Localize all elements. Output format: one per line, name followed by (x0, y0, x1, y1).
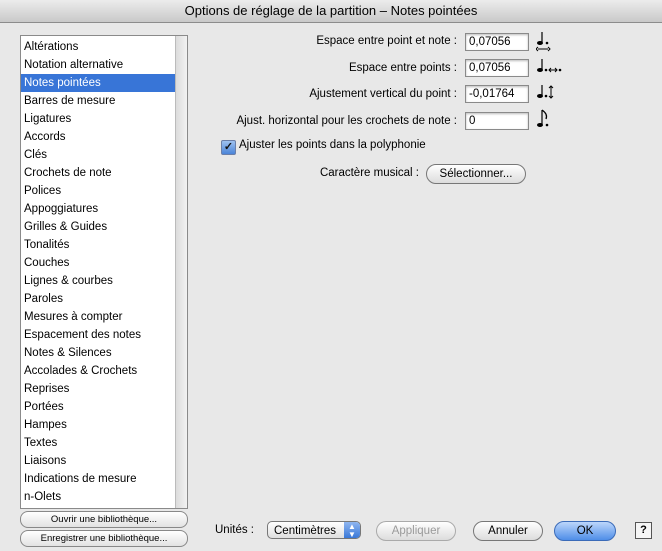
horizontal-flag-input[interactable] (465, 112, 529, 130)
sidebar-item[interactable]: Couches (21, 254, 175, 272)
horizontal-flag-label: Ajust. horizontal pour les crochets de n… (236, 115, 457, 127)
sidebar-item[interactable]: Altérations (21, 38, 175, 56)
note-dot-horizontal-icon (536, 32, 551, 52)
sidebar-item[interactable]: Crochets de note (21, 164, 175, 182)
polyphony-checkbox[interactable]: ✓ (221, 140, 236, 155)
cancel-button[interactable]: Annuler (473, 521, 543, 541)
vertical-adjust-input[interactable] (465, 85, 529, 103)
sidebar-item[interactable]: n-Olets (21, 488, 175, 506)
sidebar-item[interactable]: Accolades & Crochets (21, 362, 175, 380)
list-scrollbar[interactable] (175, 36, 187, 508)
units-select[interactable]: Centimètres ▲ ▼ (267, 521, 361, 539)
sidebar-item[interactable]: Tonalités (21, 236, 175, 254)
sidebar-item[interactable]: Polices (21, 182, 175, 200)
units-select-value: Centimètres (274, 525, 336, 537)
sidebar-item[interactable]: Clés (21, 146, 175, 164)
category-list[interactable]: Altérations Notation alternative Notes poi… (20, 35, 188, 509)
vertical-adjust-label: Ajustement vertical du point : (309, 88, 457, 100)
ok-button[interactable]: OK (554, 521, 616, 541)
window-title: Options de réglage de la partition – Not… (0, 0, 662, 23)
save-library-button[interactable]: Enregistrer une bibliothèque... (20, 530, 188, 547)
sidebar-item[interactable]: Hampes (21, 416, 175, 434)
updown-arrows-icon: ▲ ▼ (344, 522, 360, 539)
sidebar-item[interactable]: Textes (21, 434, 175, 452)
sidebar-item[interactable]: Espacement des notes (21, 326, 175, 344)
sidebar-item[interactable]: Mesures à compter (21, 308, 175, 326)
dots-space-label: Espace entre points : (348, 62, 457, 74)
sidebar-item[interactable]: Paroles (21, 290, 175, 308)
sidebar-item[interactable]: Accords (21, 128, 175, 146)
sidebar-item[interactable]: Grilles & Guides (21, 218, 175, 236)
sidebar-item[interactable]: Reprises (21, 380, 175, 398)
flagged-note-icon (537, 109, 549, 127)
sidebar-item[interactable]: Appoggiatures (21, 200, 175, 218)
double-dot-horizontal-icon (537, 59, 562, 73)
sidebar-item[interactable]: Indications de mesure (21, 470, 175, 488)
dots-space-input[interactable] (465, 59, 529, 77)
category-list-items: Altérations Notation alternative Notes poi… (21, 36, 175, 506)
open-library-button[interactable]: Ouvrir une bibliothèque... (20, 511, 188, 528)
units-label: Unités : (215, 524, 254, 536)
help-button[interactable]: ? (635, 522, 652, 539)
select-char-button[interactable]: Sélectionner... (426, 164, 526, 184)
sidebar-item[interactable]: Notes & Silences (21, 344, 175, 362)
sidebar-item[interactable]: Barres de mesure (21, 92, 175, 110)
sidebar-item[interactable]: Portées (21, 398, 175, 416)
dot-note-space-input[interactable] (465, 33, 529, 51)
music-char-label: Caractère musical : (319, 167, 419, 179)
sidebar-item[interactable]: Notation alternative (21, 56, 175, 74)
dot-note-space-label: Espace entre point et note : (316, 35, 457, 47)
polyphony-label: Ajuster les points dans la polyphonie (239, 139, 426, 151)
sidebar-item[interactable]: Lignes & courbes (21, 272, 175, 290)
sidebar-item[interactable]: Liaisons (21, 452, 175, 470)
note-dot-vertical-icon (537, 85, 554, 99)
sidebar-item[interactable]: Notes pointées (21, 74, 175, 92)
apply-button[interactable]: Appliquer (376, 521, 456, 541)
sidebar-item[interactable]: Ligatures (21, 110, 175, 128)
